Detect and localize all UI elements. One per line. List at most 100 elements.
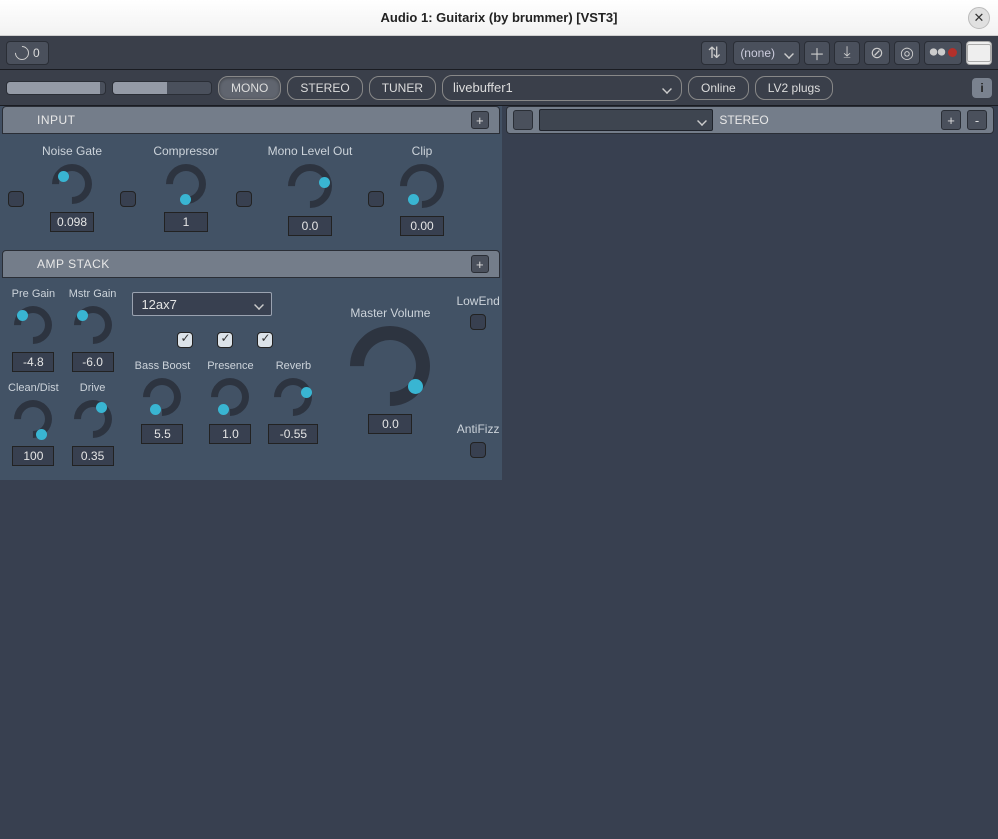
routing-icon: ⇅	[708, 43, 721, 63]
clean-dist-value[interactable]: 100	[12, 446, 54, 466]
drive-label: Drive	[80, 382, 106, 394]
antifizz-checkbox[interactable]	[470, 442, 486, 458]
host-toolbar: 0 ⇅ (none) ＋ ⤓ ⊘ ◎ ⏺⏺	[0, 36, 998, 70]
online-button[interactable]: Online	[688, 76, 749, 100]
stereo-enable-checkbox[interactable]	[513, 110, 533, 130]
reverb-value[interactable]: -0.55	[268, 424, 318, 444]
chevron-down-icon	[694, 114, 706, 126]
clip-knob[interactable]: Clip 0.00	[392, 144, 452, 236]
master-volume-value[interactable]: 0.0	[368, 414, 412, 434]
preset-group-label: (none)	[740, 46, 775, 60]
mono-level-label: Mono Level Out	[268, 144, 353, 158]
record-dot-icon	[948, 48, 957, 57]
noise-gate-enable-checkbox[interactable]	[8, 191, 24, 207]
plugin-body: INPUT + Noise Gate 0.098 Compressor 1	[0, 106, 998, 839]
keyboard-button[interactable]	[966, 41, 992, 65]
mode-row: MONO STEREO TUNER livebuffer1 Online LV2…	[0, 70, 998, 106]
section-amp-stack: AMP STACK + Pre Gain -4.8	[0, 250, 502, 480]
section-amp-header[interactable]: AMP STACK +	[2, 250, 500, 278]
pre-gain-knob[interactable]: Pre Gain -4.8	[8, 288, 59, 372]
mstr-gain-knob[interactable]: Mstr Gain -6.0	[69, 288, 117, 372]
preset-select[interactable]: livebuffer1	[442, 75, 682, 101]
mono-level-enable-checkbox[interactable]	[236, 191, 252, 207]
chevron-down-icon	[251, 298, 263, 310]
bass-boost-checkbox[interactable]	[177, 332, 193, 348]
mode-stereo-button[interactable]: STEREO	[287, 76, 362, 100]
mstr-gain-value[interactable]: -6.0	[72, 352, 114, 372]
keyboard-icon	[967, 44, 991, 62]
reverb-checkbox[interactable]	[257, 332, 273, 348]
stereo-title: STEREO	[719, 113, 768, 127]
presence-value[interactable]: 1.0	[209, 424, 251, 444]
section-input-add-button[interactable]: +	[471, 111, 489, 129]
reverb-knob[interactable]: Reverb -0.55	[268, 360, 318, 444]
lowend-label: LowEnd	[456, 294, 499, 308]
bass-boost-label: Bass Boost	[135, 360, 191, 372]
plus-icon: ＋	[809, 41, 825, 65]
noise-gate-value[interactable]: 0.098	[50, 212, 94, 232]
section-input: INPUT + Noise Gate 0.098 Compressor 1	[0, 106, 502, 250]
clip-value[interactable]: 0.00	[400, 216, 444, 236]
stereo-slot-select[interactable]	[539, 109, 713, 131]
mode-tuner-button[interactable]: TUNER	[369, 76, 436, 100]
delete-preset-button[interactable]: ⊘	[864, 41, 890, 65]
drive-value[interactable]: 0.35	[72, 446, 114, 466]
mstr-gain-label: Mstr Gain	[69, 288, 117, 300]
window-title: Audio 1: Guitarix (by brummer) [VST3]	[381, 10, 618, 25]
section-input-title: INPUT	[37, 113, 76, 127]
section-amp-add-button[interactable]: +	[471, 255, 489, 273]
chevron-down-icon	[781, 47, 793, 59]
mode-mono-button[interactable]: MONO	[218, 76, 281, 100]
compressor-value[interactable]: 1	[164, 212, 208, 232]
close-icon: ✕	[974, 10, 985, 26]
clip-enable-checkbox[interactable]	[368, 191, 384, 207]
master-volume-knob[interactable]: Master Volume 0.0	[340, 288, 440, 434]
presence-checkbox[interactable]	[217, 332, 233, 348]
forbid-icon: ⊘	[870, 43, 883, 63]
stereo-add-button[interactable]: +	[941, 110, 961, 130]
tube-model-label: 12ax7	[141, 297, 176, 312]
stereo-header-bar: STEREO + -	[506, 106, 994, 134]
lowend-checkbox[interactable]	[470, 314, 486, 330]
mono-level-value[interactable]: 0.0	[288, 216, 332, 236]
history-count: 0	[33, 46, 40, 60]
bass-boost-value[interactable]: 5.5	[141, 424, 183, 444]
lv2-plugs-button[interactable]: LV2 plugs	[755, 76, 833, 100]
pre-gain-value[interactable]: -4.8	[12, 352, 54, 372]
section-input-header[interactable]: INPUT +	[2, 106, 500, 134]
bass-boost-knob[interactable]: Bass Boost 5.5	[132, 360, 192, 444]
chevron-down-icon	[659, 82, 671, 94]
undo-history-button[interactable]: 0	[6, 41, 49, 65]
presence-knob[interactable]: Presence 1.0	[202, 360, 258, 444]
compressor-knob[interactable]: Compressor 1	[144, 144, 228, 232]
pan-slider-2[interactable]	[112, 81, 212, 95]
info-button[interactable]: i	[972, 78, 992, 98]
preset-group-select[interactable]: (none)	[733, 41, 800, 65]
section-amp-title: AMP STACK	[37, 257, 110, 271]
compressor-enable-checkbox[interactable]	[120, 191, 136, 207]
target-button[interactable]: ◎	[894, 41, 920, 65]
master-volume-label: Master Volume	[350, 306, 430, 320]
mono-column: INPUT + Noise Gate 0.098 Compressor 1	[0, 106, 502, 480]
routing-button[interactable]: ⇅	[701, 41, 727, 65]
tube-model-select[interactable]: 12ax7	[132, 292, 272, 316]
clean-dist-knob[interactable]: Clean/Dist 100	[8, 382, 59, 466]
window-close-button[interactable]: ✕	[968, 7, 990, 29]
undo-icon	[12, 43, 32, 63]
preset-select-label: livebuffer1	[453, 80, 513, 95]
reverb-label: Reverb	[276, 360, 311, 372]
drive-knob[interactable]: Drive 0.35	[69, 382, 117, 466]
noise-gate-label: Noise Gate	[42, 144, 102, 158]
pan-slider-1[interactable]	[6, 81, 106, 95]
automation-record-button[interactable]: ⏺⏺	[924, 41, 962, 65]
noise-gate-knob[interactable]: Noise Gate 0.098	[32, 144, 112, 232]
add-preset-button[interactable]: ＋	[804, 41, 830, 65]
save-icon: ⤓	[843, 44, 850, 62]
mono-level-knob[interactable]: Mono Level Out 0.0	[260, 144, 360, 236]
window-titlebar: Audio 1: Guitarix (by brummer) [VST3] ✕	[0, 0, 998, 36]
presence-label: Presence	[207, 360, 253, 372]
save-preset-button[interactable]: ⤓	[834, 41, 860, 65]
antifizz-label: AntiFizz	[457, 422, 500, 436]
stereo-remove-button[interactable]: -	[967, 110, 987, 130]
target-icon: ◎	[900, 43, 914, 63]
